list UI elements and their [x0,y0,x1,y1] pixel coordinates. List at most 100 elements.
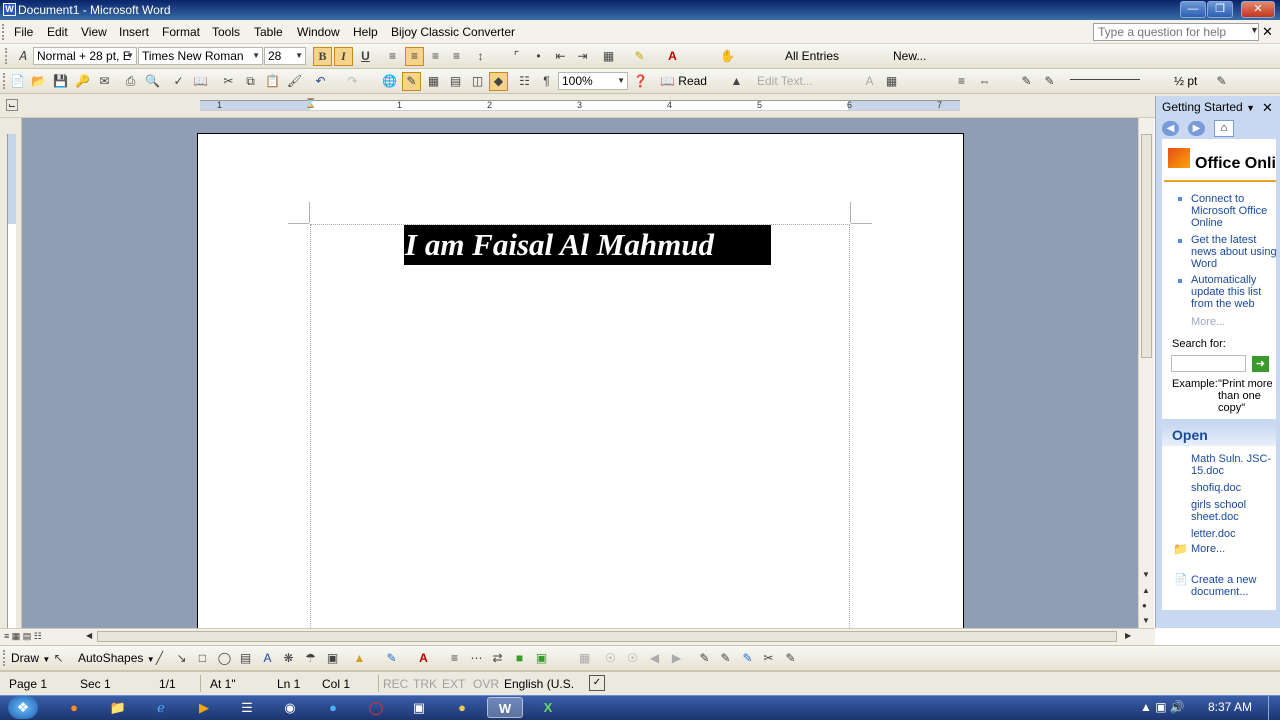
email-icon[interactable]: ✉ [95,72,114,91]
drawing-icon[interactable]: ◆ [489,72,508,91]
border-icon[interactable]: ▦ [599,47,618,66]
hand-icon[interactable]: ✋ [718,47,737,66]
scroll-right-arrow[interactable]: ▶ [1125,631,1131,640]
menu-edit[interactable]: Edit [47,25,68,39]
highlight-icon[interactable]: ✎ [630,47,649,66]
start-button[interactable]: ❖ [8,696,38,719]
toolbar-grip[interactable] [3,650,6,666]
all-entries-dropdown[interactable]: All Entries [785,49,839,63]
shadow-icon[interactable]: ■ [510,649,529,668]
menu-bijoy[interactable]: Bijoy Classic Converter [391,25,515,39]
font-color-icon[interactable]: A [414,649,433,668]
clipart-icon[interactable]: ☂ [301,649,320,668]
document-map-icon[interactable]: ☷ [515,72,534,91]
ink-icon[interactable]: ✎ [695,649,714,668]
scroll-left-arrow[interactable]: ◀ [86,631,92,640]
wordart-shape-icon[interactable]: A [860,72,879,91]
draw-menu[interactable]: Draw ▼ [11,651,50,665]
search-go-icon[interactable]: ➜ [1252,356,1269,372]
menu-file[interactable]: File [14,25,33,39]
menu-window[interactable]: Window [297,25,340,39]
justify-icon[interactable]: ≡ [447,47,466,66]
line-color-icon[interactable]: ✎ [382,649,401,668]
next-page-icon[interactable]: ▼ [1142,616,1150,625]
scroll-down-arrow[interactable]: ▼ [1142,570,1150,579]
insert-table-icon[interactable]: ▦ [424,72,443,91]
new-document-icon[interactable]: 📄 [8,72,27,91]
menu-insert[interactable]: Insert [119,25,149,39]
cut-icon[interactable]: ✂ [219,72,238,91]
3d-icon[interactable]: ▣ [532,649,551,668]
columns-icon[interactable]: ◫ [468,72,487,91]
edit-text-button[interactable]: Edit Text... [757,74,813,88]
spelling-icon[interactable]: ✓ [169,72,188,91]
autoshapes-menu[interactable]: AutoShapes ▼ [78,651,155,665]
paste-icon[interactable]: 📋 [263,72,282,91]
status-ovr[interactable]: OVR [473,677,499,691]
save-icon[interactable]: 💾 [51,72,70,91]
menu-help[interactable]: Help [353,25,378,39]
align-left-icon[interactable]: ≡ [383,47,402,66]
oval-icon[interactable]: ◯ [215,649,234,668]
app-icon[interactable]: ● [315,697,351,718]
picture-icon[interactable]: ▣ [323,649,342,668]
align-center-icon[interactable]: ≡ [405,47,424,66]
decrease-indent-icon[interactable]: ⇤ [551,47,570,66]
tp-link-update[interactable]: Automatically update this list from the … [1191,274,1279,310]
zoom-combo[interactable]: 100% ▼ [558,72,628,90]
close-icon[interactable]: ✕ [1262,100,1273,116]
recent-file[interactable]: Math Suln. JSC-15.doc [1191,453,1279,477]
back-icon[interactable]: ◀ [1162,121,1179,136]
hyperlink-icon[interactable]: 🌐 [380,72,399,91]
disabled-tool-icon[interactable]: ◀ [645,649,664,668]
line-icon[interactable]: ╱ [150,649,169,668]
home-icon[interactable]: ⌂ [1214,120,1234,137]
ie-icon[interactable]: ℯ [143,697,179,718]
menu-view[interactable]: View [81,25,107,39]
menu-grip[interactable] [2,24,5,40]
status-rec[interactable]: REC [383,677,408,691]
wordart-icon[interactable]: ▲ [727,72,746,91]
font-combo[interactable]: Times New Roman ▼ [138,47,263,65]
spelling-status-icon[interactable]: ✓ [589,675,605,691]
close-button[interactable]: ✕ [1241,1,1275,18]
forward-icon[interactable]: ▶ [1188,121,1205,136]
line-weight-combo[interactable]: ½ pt [1174,74,1197,88]
form-icon[interactable]: ✎ [1040,72,1059,91]
text-box-icon[interactable]: ▤ [236,649,255,668]
chrome-icon[interactable]: ● [444,697,480,718]
tp-more-link[interactable]: More... [1191,316,1279,328]
help-dropdown-icon[interactable]: ▼ [1250,25,1259,35]
menu-tools[interactable]: Tools [212,25,240,39]
help-icon[interactable]: ❓ [631,72,650,91]
insert-excel-icon[interactable]: ▤ [446,72,465,91]
toolbar-grip[interactable] [3,73,6,89]
minimize-button[interactable]: — [1180,1,1206,18]
selected-heading-text[interactable]: I am Faisal Al Mahmud [404,225,771,265]
dash-style-icon[interactable]: ⋯ [467,649,486,668]
scroll-thumb[interactable] [1141,134,1152,358]
line-style-icon[interactable]: ≡ [952,72,971,91]
wordart-icon[interactable]: A [258,649,277,668]
open-icon[interactable]: 📂 [29,72,48,91]
line-style-icon[interactable]: ≡ [445,649,464,668]
new-entry-button[interactable]: New... [893,49,926,63]
ink-color-icon[interactable]: ✎ [781,649,800,668]
app-icon[interactable]: ◉ [272,697,308,718]
menu-table[interactable]: Table [254,25,283,39]
open-more-link[interactable]: More... [1191,543,1279,555]
ink-icon[interactable]: ✎ [738,649,757,668]
underline-button[interactable]: U [356,47,375,66]
show-hide-icon[interactable]: ¶ [537,72,556,91]
select-objects-icon[interactable]: ↖ [49,649,68,668]
tp-link-news[interactable]: Get the latest news about using Word [1191,234,1279,270]
increase-indent-icon[interactable]: ⇥ [573,47,592,66]
print-preview-icon[interactable]: 🔍 [143,72,162,91]
search-input[interactable] [1171,355,1246,372]
word-app-icon[interactable]: W [3,3,16,16]
arrow-style-icon[interactable]: ⇄ [488,649,507,668]
status-trk[interactable]: TRK [413,677,437,691]
word-taskbar-icon[interactable]: W [487,697,523,718]
indent-marker-icon[interactable]: ⌛ [305,98,316,109]
excel-icon[interactable]: X [530,697,566,718]
